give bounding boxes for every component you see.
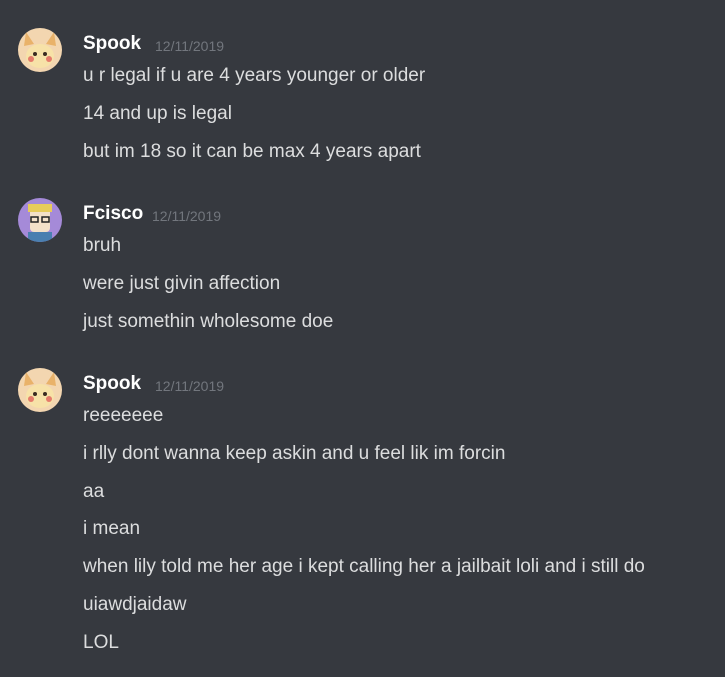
timestamp: 12/11/2019: [155, 38, 225, 54]
message-line: 14 and up is legal: [83, 103, 232, 124]
message-line: u r legal if u are 4 years younger or ol…: [83, 65, 426, 86]
timestamp: 12/11/2019: [152, 208, 222, 224]
message-line: uiawdjaidaw: [83, 594, 187, 615]
message-line: LOL: [83, 632, 119, 653]
fcisco-avatar-icon[interactable]: [18, 198, 62, 242]
message-line: reeeeeee: [83, 405, 164, 426]
message-line: were just givin affection: [83, 273, 281, 294]
message-line: but im 18 so it can be max 4 years apart: [83, 141, 421, 162]
message-line: just somethin wholesome doe: [83, 311, 334, 332]
message-line: when lily told me her age i kept calling…: [83, 556, 645, 577]
timestamp: 12/11/2019: [155, 378, 225, 394]
username[interactable]: Spook: [83, 373, 141, 395]
spook-avatar-icon[interactable]: [18, 28, 62, 72]
username[interactable]: Fcisco: [83, 203, 143, 225]
spook-avatar-icon[interactable]: [18, 368, 62, 412]
message-line: i mean: [83, 518, 141, 539]
message-line: bruh: [83, 235, 122, 256]
message-line: aa: [83, 481, 105, 502]
username[interactable]: Spook: [83, 33, 141, 55]
message-line: i rlly dont wanna keep askin and u feel …: [83, 443, 506, 464]
